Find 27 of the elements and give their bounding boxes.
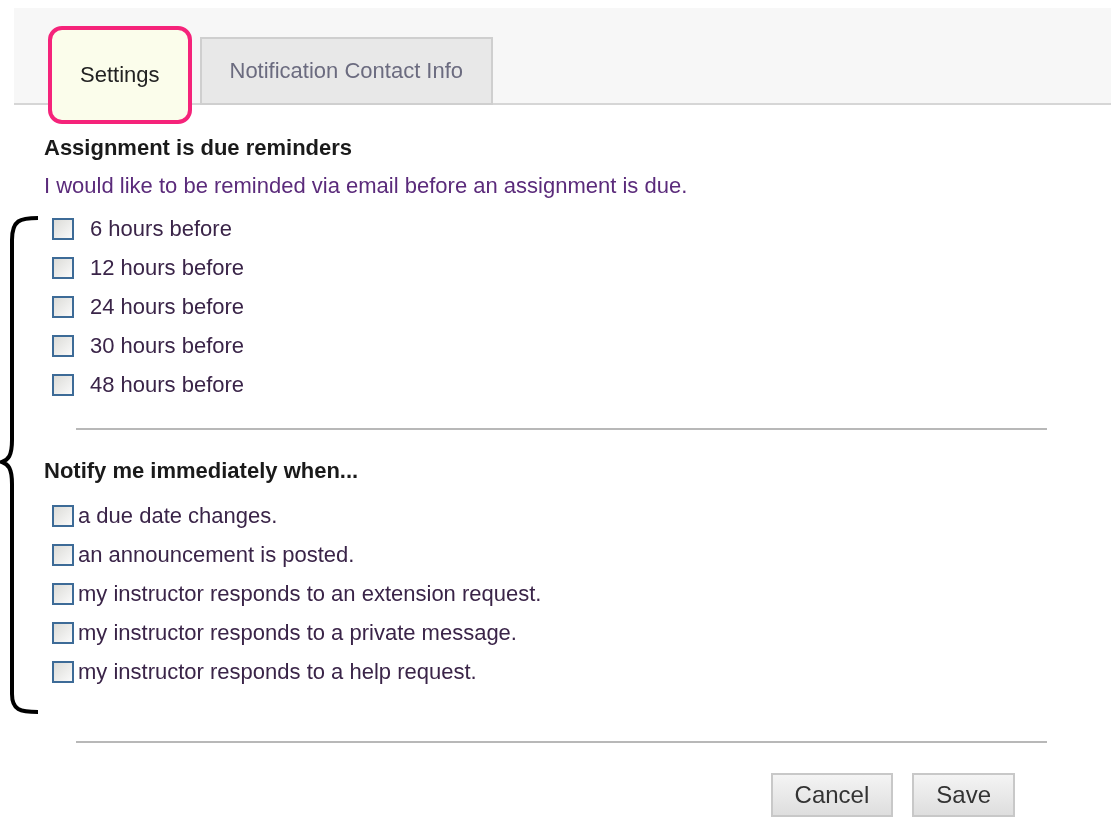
checkbox-label: my instructor responds to an extension request. — [78, 580, 542, 607]
checkbox[interactable] — [52, 660, 74, 683]
checkbox[interactable] — [52, 217, 74, 240]
section-description: I would like to be reminded via email before an assignment is due. — [44, 173, 689, 199]
tab[interactable]: Notification Contact Info — [199, 37, 494, 105]
section-heading: Notify me immediately when... — [44, 458, 360, 484]
checkbox-label: 12 hours before — [90, 254, 245, 281]
checkbox[interactable] — [52, 295, 74, 318]
save-button[interactable]: Save — [912, 773, 1015, 817]
checkbox[interactable] — [52, 334, 74, 357]
checkbox-label: an announcement is posted. — [78, 541, 355, 568]
checkbox[interactable] — [52, 543, 74, 566]
section-heading: Assignment is due reminders — [44, 135, 354, 161]
checkbox-label: 6 hours before — [90, 215, 232, 242]
checkbox-label: a due date changes. — [78, 502, 278, 529]
tab[interactable]: Settings — [48, 26, 192, 124]
checkbox[interactable] — [52, 504, 74, 527]
checkbox[interactable] — [52, 621, 74, 644]
checkbox-label: my instructor responds to a help request. — [78, 658, 477, 685]
checkbox-label: 48 hours before — [90, 371, 245, 398]
checkbox[interactable] — [52, 582, 74, 605]
cancel-button[interactable]: Cancel — [770, 773, 894, 817]
checkbox[interactable] — [52, 373, 74, 396]
checkbox-label: my instructor responds to a private message. — [78, 619, 517, 646]
checkbox-label: 24 hours before — [90, 293, 245, 320]
checkbox[interactable] — [52, 256, 74, 279]
checkbox-label: 30 hours before — [90, 332, 245, 359]
